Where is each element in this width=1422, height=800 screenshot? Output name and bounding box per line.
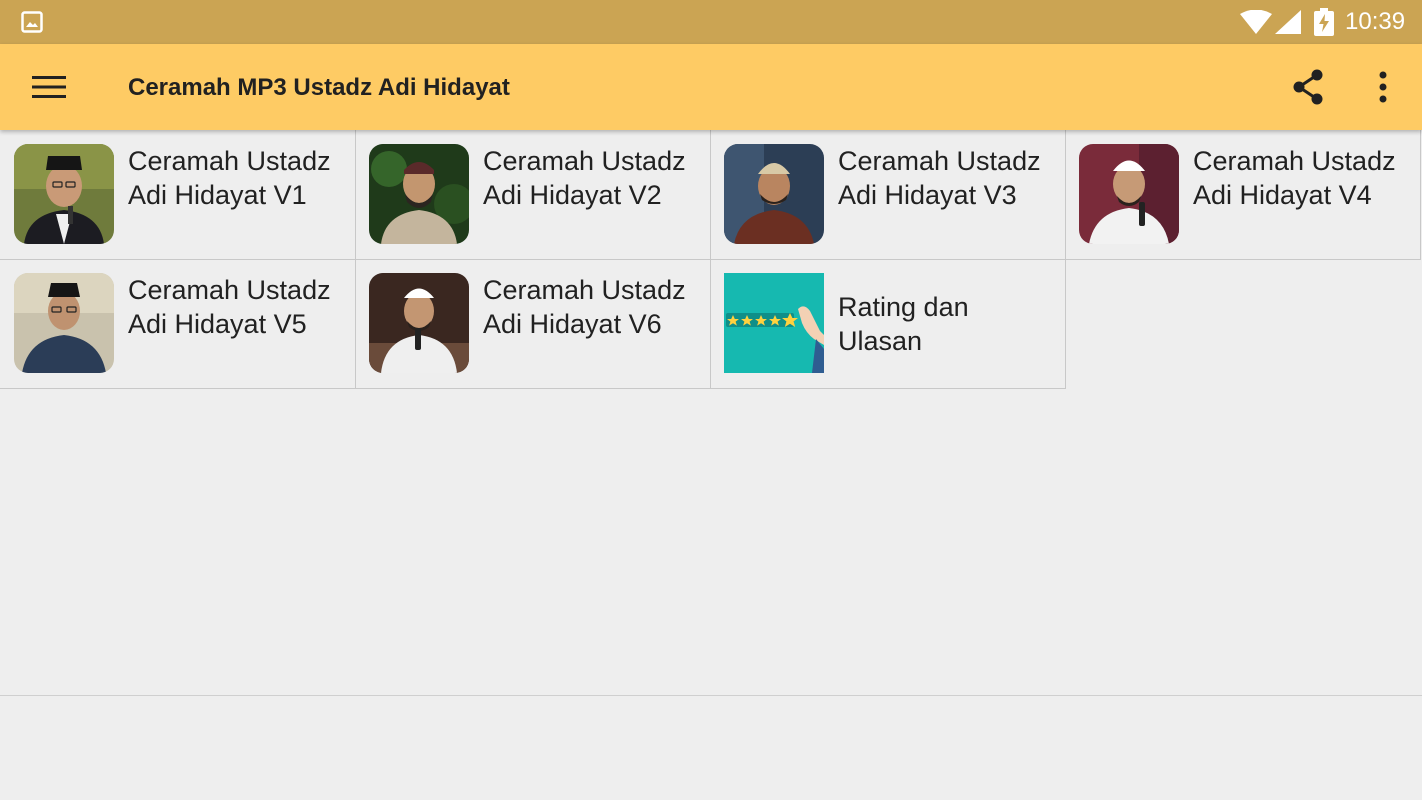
ustadz-photo-v1 [14,144,114,244]
grid-item-label: Ceramah Ustadz Adi Hidayat V4 [1193,146,1396,210]
grid-item-v2[interactable]: Ceramah Ustadz Adi Hidayat V2 [355,130,711,260]
grid-item-v4[interactable]: Ceramah Ustadz Adi Hidayat V4 [1065,130,1421,260]
wifi-icon [1240,10,1272,34]
share-icon[interactable] [1290,69,1326,105]
signal-icon [1275,10,1301,34]
app-bar: Ceramah MP3 Ustadz Adi Hidayat [0,44,1422,130]
ustadz-photo-v3 [724,144,824,244]
status-bar: 10:39 [0,0,1422,44]
ustadz-photo-v2 [369,144,469,244]
grid-item-label: Ceramah Ustadz Adi Hidayat V2 [483,146,686,210]
rating-stars-icon [724,273,824,373]
gallery-icon [21,11,43,33]
grid-item-v1[interactable]: Ceramah Ustadz Adi Hidayat V1 [0,130,356,260]
ustadz-photo-v5 [14,273,114,373]
grid-item-label: Ceramah Ustadz Adi Hidayat V6 [483,275,686,339]
battery-charging-icon [1314,8,1334,36]
bottom-divider [0,695,1422,696]
grid-item-label: Ceramah Ustadz Adi Hidayat V5 [128,275,331,339]
grid-item-rating[interactable]: Rating dan Ulasan [710,259,1066,389]
grid-item-label: Ceramah Ustadz Adi Hidayat V3 [838,146,1041,210]
app-title: Ceramah MP3 Ustadz Adi Hidayat [128,74,510,101]
grid-item-v3[interactable]: Ceramah Ustadz Adi Hidayat V3 [710,130,1066,260]
more-vert-icon[interactable] [1372,69,1394,105]
grid-item-label: Ceramah Ustadz Adi Hidayat V1 [128,146,331,210]
grid-item-label: Rating dan Ulasan [838,292,969,356]
ustadz-photo-v4 [1079,144,1179,244]
menu-icon[interactable] [32,74,66,100]
grid-item-v6[interactable]: Ceramah Ustadz Adi Hidayat V6 [355,259,711,389]
grid-item-v5[interactable]: Ceramah Ustadz Adi Hidayat V5 [0,259,356,389]
status-clock: 10:39 [1345,8,1406,35]
ustadz-photo-v6 [369,273,469,373]
